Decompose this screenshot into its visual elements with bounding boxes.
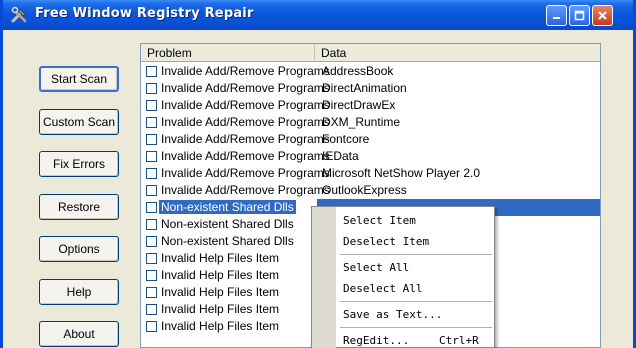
row-checkbox[interactable] (146, 134, 157, 145)
row-problem: Invalid Help Files Item (161, 251, 280, 265)
table-row[interactable]: Invalide Add/Remove Programs Microsoft Ne… (141, 165, 600, 182)
row-problem: Invalide Add/Remove Programs (161, 64, 330, 78)
menu-separator (340, 301, 492, 302)
close-icon (598, 11, 607, 20)
table-row[interactable]: Invalide Add/Remove Programs DXM_Runtime (141, 114, 600, 131)
column-header-data[interactable]: Data (315, 44, 600, 62)
menu-item-save-as-text[interactable]: Save as Text... (343, 308, 442, 321)
about-button[interactable]: About (39, 321, 119, 347)
menu-separator (340, 327, 492, 328)
title-bar[interactable]: Free Window Registry Repair (3, 0, 633, 30)
row-data: OutlookExpress (322, 183, 407, 197)
menu-item-select-item[interactable]: Select Item (343, 214, 416, 227)
row-data: Microsoft NetShow Player 2.0 (322, 166, 481, 180)
context-menu-gutter (312, 207, 336, 348)
row-problem: Non-existent Shared Dlls (161, 234, 294, 248)
row-problem: Invalide Add/Remove Programs (161, 81, 330, 95)
row-checkbox[interactable] (146, 202, 157, 213)
minimize-icon (553, 17, 560, 19)
row-problem: Invalid Help Files Item (161, 285, 280, 299)
row-data: DirectDrawEx (322, 98, 396, 112)
row-checkbox[interactable] (146, 219, 157, 230)
table-row[interactable]: Invalide Add/Remove Programs IEData (141, 148, 600, 165)
row-checkbox[interactable] (146, 253, 157, 264)
maximize-button[interactable] (569, 5, 590, 26)
row-checkbox[interactable] (146, 270, 157, 281)
row-problem: Invalid Help Files Item (161, 302, 280, 316)
tools-icon (10, 6, 28, 24)
table-row[interactable]: Invalide Add/Remove Programs OutlookExpre… (141, 182, 600, 199)
row-problem: Invalid Help Files Item (161, 268, 280, 282)
options-button[interactable]: Options (39, 236, 119, 262)
row-checkbox[interactable] (146, 321, 157, 332)
restore-button[interactable]: Restore (39, 194, 119, 220)
app-window: Free Window Registry Repair Start Scan C… (0, 0, 636, 348)
start-scan-button[interactable]: Start Scan (39, 66, 119, 92)
column-header-problem[interactable]: Problem (141, 44, 315, 62)
row-data: IEData (322, 149, 359, 163)
close-button[interactable] (592, 5, 613, 26)
table-row[interactable]: Invalide Add/Remove Programs DirectDrawEx (141, 97, 600, 114)
custom-scan-button[interactable]: Custom Scan (39, 109, 119, 135)
row-checkbox[interactable] (146, 287, 157, 298)
row-checkbox[interactable] (146, 168, 157, 179)
row-checkbox[interactable] (146, 66, 157, 77)
row-problem: Non-existent Shared Dlls (159, 200, 296, 214)
menu-item-select-all[interactable]: Select All (343, 261, 409, 274)
row-problem: Invalide Add/Remove Programs (161, 115, 330, 129)
table-row[interactable]: Invalide Add/Remove Programs Fontcore (141, 131, 600, 148)
row-problem: Invalid Help Files Item (161, 319, 280, 333)
row-checkbox[interactable] (146, 304, 157, 315)
row-checkbox[interactable] (146, 100, 157, 111)
table-row[interactable]: Invalide Add/Remove Programs DirectAnimat… (141, 80, 600, 97)
menu-separator (340, 254, 492, 255)
row-problem: Invalide Add/Remove Programs (161, 149, 330, 163)
help-button[interactable]: Help (39, 279, 119, 305)
maximize-icon (574, 10, 585, 21)
row-checkbox[interactable] (146, 83, 157, 94)
fix-errors-button[interactable]: Fix Errors (39, 151, 119, 177)
row-checkbox[interactable] (146, 151, 157, 162)
row-data: AddressBook (322, 64, 394, 78)
row-problem: Invalide Add/Remove Programs (161, 183, 330, 197)
menu-shortcut-regedit: Ctrl+R (439, 334, 479, 347)
menu-item-deselect-all[interactable]: Deselect All (343, 282, 422, 295)
row-problem: Invalide Add/Remove Programs (161, 166, 330, 180)
row-problem: Non-existent Shared Dlls (161, 217, 294, 231)
row-checkbox[interactable] (146, 117, 157, 128)
row-problem: Invalide Add/Remove Programs (161, 98, 330, 112)
menu-item-regedit[interactable]: RegEdit... (343, 334, 409, 347)
row-data: DXM_Runtime (322, 115, 401, 129)
window-title: Free Window Registry Repair (35, 6, 254, 21)
table-row[interactable]: Invalide Add/Remove Programs AddressBook (141, 63, 600, 80)
row-problem: Invalide Add/Remove Programs (161, 132, 330, 146)
row-data: DirectAnimation (322, 81, 407, 95)
minimize-button[interactable] (546, 5, 567, 26)
row-checkbox[interactable] (146, 236, 157, 247)
list-header: Problem Data (141, 44, 600, 62)
row-checkbox[interactable] (146, 185, 157, 196)
menu-item-deselect-item[interactable]: Deselect Item (343, 235, 429, 248)
context-menu: Select Item Deselect Item Select All Des… (311, 206, 495, 348)
row-data: Fontcore (322, 132, 370, 146)
